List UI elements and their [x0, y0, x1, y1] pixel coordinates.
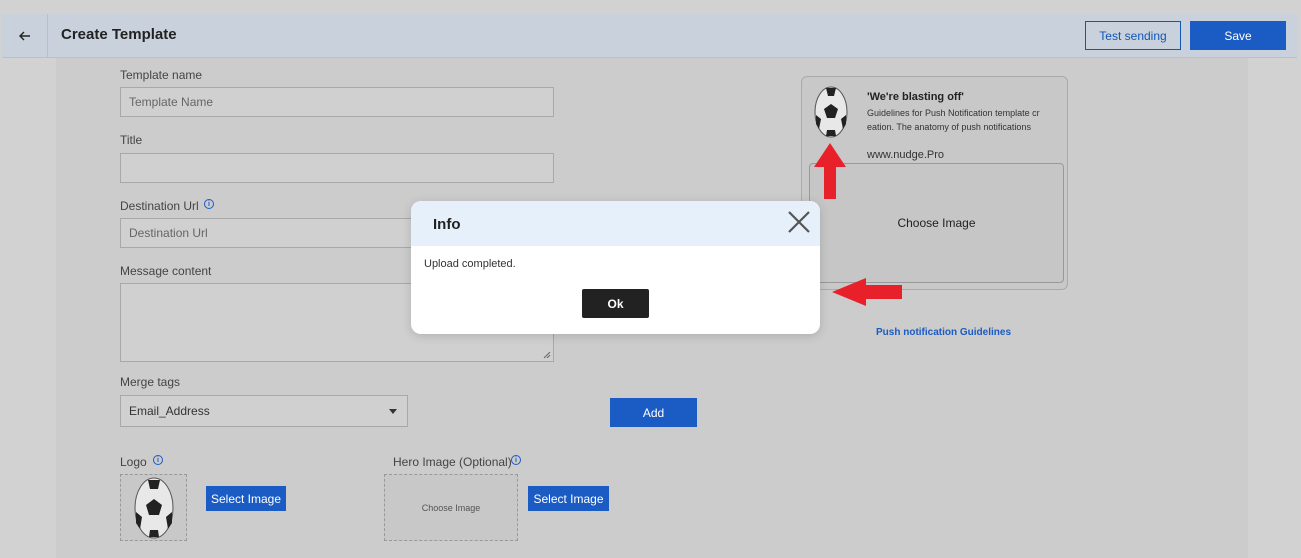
preview-choose-image[interactable]: Choose Image — [809, 163, 1064, 283]
hero-info-icon[interactable]: i — [511, 455, 521, 465]
template-name-input[interactable]: Template Name — [120, 87, 554, 117]
merge-tags-select[interactable]: Email_Address — [120, 395, 408, 427]
logo-image-box[interactable] — [120, 474, 187, 541]
arrow-left-icon — [18, 31, 30, 41]
merge-tags-label: Merge tags — [120, 375, 181, 389]
preview-title: 'We're blasting off' — [867, 91, 964, 103]
soccer-ball-icon — [814, 86, 848, 138]
info-modal: Info Upload completed. Ok — [411, 201, 820, 334]
page-title: Create Template — [61, 26, 177, 43]
save-button[interactable]: Save — [1190, 21, 1286, 50]
hero-image-box[interactable]: Choose Image — [384, 474, 518, 541]
template-name-label: Template name — [120, 68, 203, 82]
hero-select-image-button[interactable]: Select Image — [528, 486, 609, 511]
message-content-label: Message content — [120, 264, 212, 278]
modal-title: Info — [433, 216, 461, 233]
chevron-down-icon — [389, 409, 397, 414]
destination-info-icon[interactable]: i — [204, 199, 214, 209]
back-button[interactable] — [2, 14, 48, 58]
preview-url: www.nudge.Pro — [867, 149, 945, 161]
add-merge-tag-button[interactable]: Add — [610, 398, 697, 427]
ok-button[interactable]: Ok — [582, 289, 649, 318]
test-sending-button[interactable]: Test sending — [1085, 21, 1181, 50]
destination-url-label: Destination Url — [120, 199, 199, 213]
logo-select-image-button[interactable]: Select Image — [206, 486, 286, 511]
logo-label: Logo — [120, 455, 147, 469]
red-arrow-left-icon — [832, 278, 902, 306]
title-label: Title — [120, 133, 143, 147]
close-icon[interactable] — [786, 209, 812, 235]
resize-handle-icon[interactable] — [543, 351, 551, 359]
title-input[interactable] — [120, 153, 554, 183]
push-guidelines-link[interactable]: Push notification Guidelines — [876, 327, 1011, 338]
logo-info-icon[interactable]: i — [153, 455, 163, 465]
soccer-ball-icon — [134, 477, 173, 538]
modal-message: Upload completed. — [424, 258, 516, 270]
red-arrow-up-icon — [814, 143, 846, 199]
modal-header: Info — [411, 201, 820, 246]
page-header: Create Template Test sending Save — [2, 14, 1297, 58]
merge-tags-value: Email_Address — [129, 404, 210, 418]
hero-image-label: Hero Image (Optional) — [393, 455, 512, 469]
preview-body: Guidelines for Push Notification templat… — [867, 108, 1040, 132]
